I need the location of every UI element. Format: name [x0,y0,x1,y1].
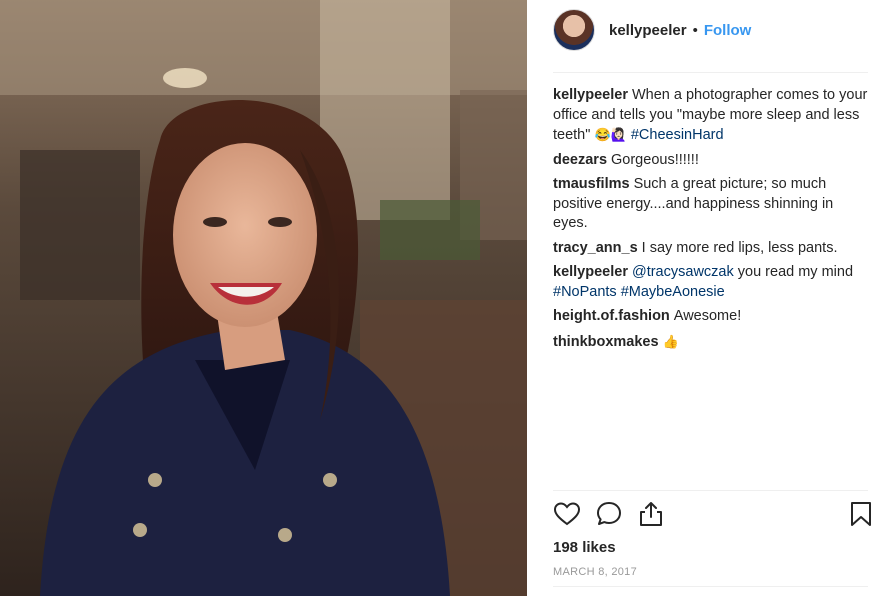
hashtag-link[interactable]: #NoPants [553,284,617,300]
like-button[interactable] [553,500,583,530]
comment-username[interactable]: tmausfilms [553,176,630,192]
comment-text: Gorgeous!!!!!! [611,151,699,168]
comment-username[interactable]: height.of.fashion [553,308,670,324]
actions-divider [553,490,868,491]
post-details-panel: kellypeeler • Follow kellypeeler When a p… [527,0,888,596]
comment: tracy_ann_s I say more red lips, less pan… [553,239,871,259]
comments-list: kellypeeler When a photographer comes to … [553,86,871,357]
post-header: kellypeeler • Follow [553,8,751,52]
comment: kellypeeler @tracysawczak you read my min… [553,263,871,302]
comment: deezars Gorgeous!!!!!! [553,151,871,171]
bookmark-icon [851,502,871,526]
comment: height.of.fashion Awesome! [553,307,871,327]
thumbs-up-icon: 👍 [662,333,679,349]
follow-button[interactable]: Follow [704,22,752,39]
header-divider [553,72,868,73]
comment-text: Awesome! [673,308,742,324]
header-username[interactable]: kellypeeler [609,22,687,39]
hashtag-link[interactable]: #CheesinHard [631,127,724,143]
likes-count[interactable]: 198 likes [553,539,616,556]
mention-link[interactable]: @tracysawczak [632,264,734,280]
comment-username[interactable]: kellypeeler [553,87,628,103]
avatar[interactable] [553,9,595,51]
comment-username[interactable]: tracy_ann_s [553,240,638,256]
comment-icon [597,502,621,525]
comment-username[interactable]: kellypeeler [553,264,628,280]
comment: thinkboxmakes 👍 [553,332,871,353]
comment-username[interactable]: deezars [553,152,607,168]
comment: tmausfilms Such a great picture; so much … [553,175,871,234]
share-icon [640,502,662,526]
post-photo[interactable] [0,0,527,596]
comment-username[interactable]: thinkboxmakes [553,334,659,350]
comment: kellypeeler When a photographer comes to … [553,86,871,146]
comment-text: you read my mind [733,264,854,280]
heart-icon [553,502,581,526]
comment-emoji: 😂🙋🏻‍♀️ [594,127,627,142]
post-actions [553,500,877,532]
bottom-divider [553,586,868,587]
comment-text: I say more red lips, less pants. [641,239,838,256]
post-date: MARCH 8, 2017 [553,566,637,578]
share-button[interactable] [637,500,667,530]
save-button[interactable] [847,500,877,530]
header-separator: • [692,21,698,39]
portrait-photo [0,0,527,596]
hashtag-link[interactable]: #MaybeAonesie [621,284,725,300]
comment-button[interactable] [595,500,625,530]
